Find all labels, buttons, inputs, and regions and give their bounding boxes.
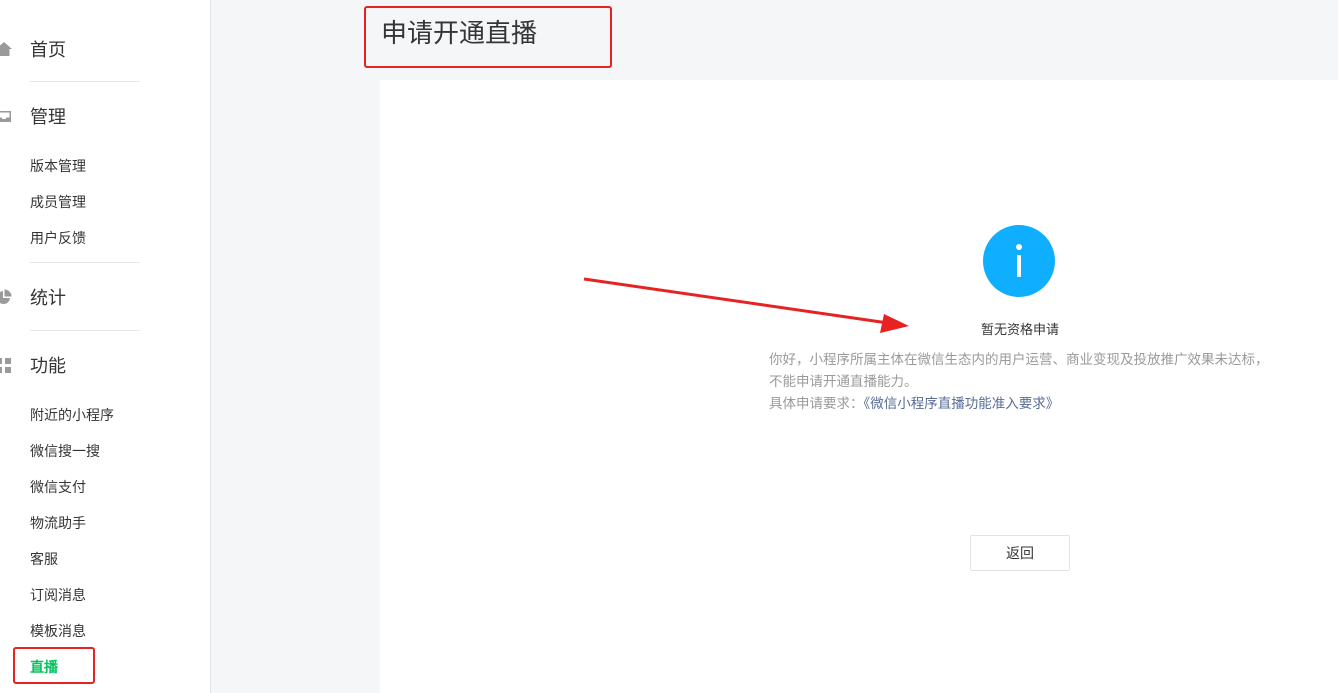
info-icon [983,225,1055,297]
sidebar-divider [30,81,140,82]
sidebar-item-user-feedback[interactable]: 用户反馈 [30,228,86,248]
annotation-highlight-box [13,647,95,684]
home-icon [0,42,12,56]
requirements-line: 具体申请要求：《微信小程序直播功能准入要求》 [769,393,1059,415]
sidebar-group-stats-label: 统计 [30,288,66,309]
message-body: 你好，小程序所属主体在微信生态内的用户运营、商业变现及投放推广效果未达标，不能申… [769,352,1269,390]
info-glyph [1016,244,1022,277]
requirements-prefix: 具体申请要求： [769,396,864,412]
sidebar-item-template-messages[interactable]: 模板消息 [30,621,86,641]
sidebar-group-manage-label: 管理 [30,107,66,128]
sidebar-item-wechat-search[interactable]: 微信搜一搜 [30,441,100,461]
sidebar: 首页 管理 版本管理 成员管理 用户反馈 统计 功能 附近的小程序 微信搜一搜 … [0,0,211,693]
sidebar-item-customer-service[interactable]: 客服 [30,549,58,569]
sidebar-item-version-management[interactable]: 版本管理 [30,156,86,176]
sidebar-divider [30,330,140,331]
inbox-icon [0,111,11,122]
message-title: 暂无资格申请 [980,323,1059,338]
pie-chart-icon [0,289,12,304]
sidebar-item-home-label: 首页 [30,40,66,61]
sidebar-divider [30,262,140,263]
sidebar-item-logistics-assistant[interactable]: 物流助手 [30,513,86,533]
grid-icon [0,358,11,373]
annotation-highlight-box [364,6,612,68]
back-button[interactable]: 返回 [970,535,1070,571]
sidebar-item-wechat-pay[interactable]: 微信支付 [30,477,86,497]
sidebar-group-features-label: 功能 [30,356,66,377]
sidebar-item-member-management[interactable]: 成员管理 [30,192,86,212]
sidebar-item-subscription-messages[interactable]: 订阅消息 [30,585,86,605]
sidebar-item-nearby-miniprograms[interactable]: 附近的小程序 [30,405,114,425]
requirements-link[interactable]: 《微信小程序直播功能准入要求》 [864,396,1060,412]
